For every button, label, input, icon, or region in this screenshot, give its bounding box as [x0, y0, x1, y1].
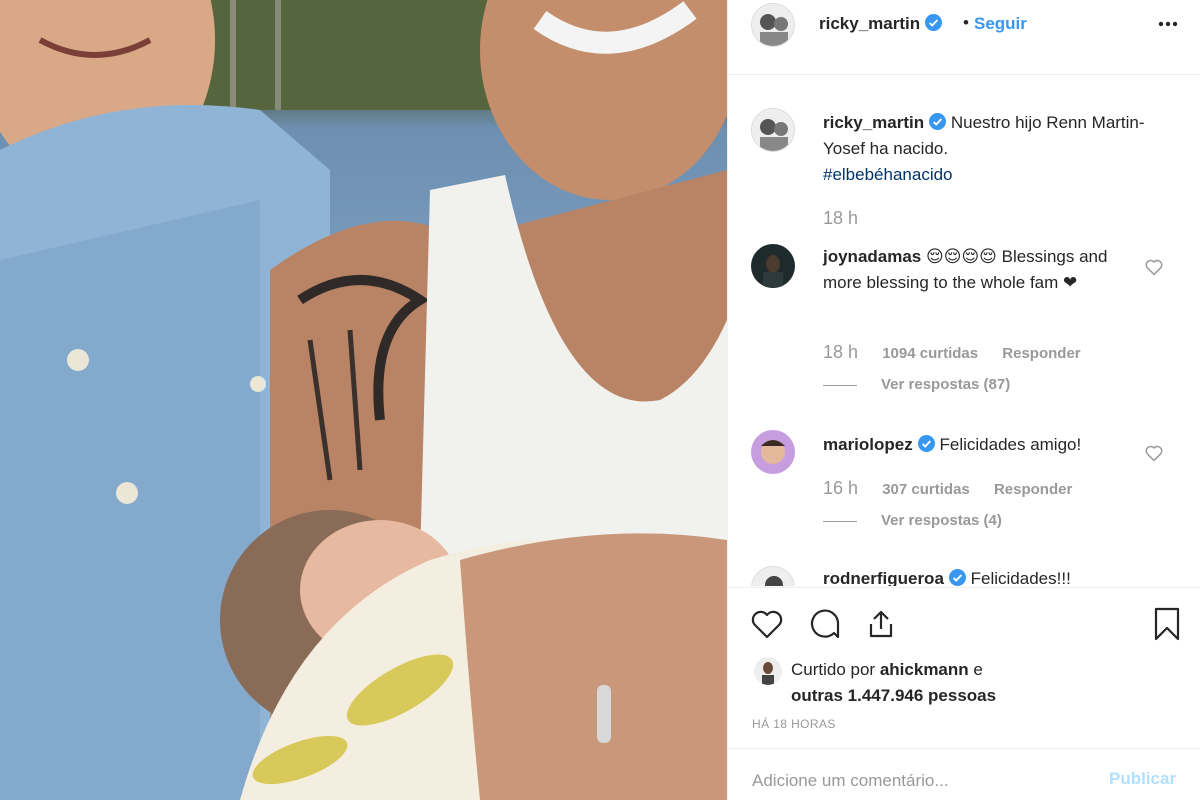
- liked-by-text: Curtido por ahickmann e outras 1.447.946…: [791, 657, 1131, 709]
- verified-badge-icon: [929, 113, 947, 130]
- comment-like-icon[interactable]: [1144, 257, 1164, 277]
- comment-meta: 16 h 307 curtidas Responder: [823, 478, 1092, 499]
- verified-badge-icon: [925, 14, 943, 31]
- comment-text: Felicidades amigo!: [939, 435, 1082, 454]
- view-replies-button[interactable]: Ver respostas (87): [823, 376, 1010, 393]
- post-timestamp[interactable]: HÁ 18 HORAS: [752, 717, 836, 731]
- add-comment-bar: Publicar: [728, 748, 1200, 800]
- view-replies-button[interactable]: Ver respostas (4): [823, 512, 1002, 529]
- more-options-icon[interactable]: [1156, 12, 1180, 36]
- comment-input[interactable]: [752, 769, 1082, 793]
- post-photo[interactable]: [0, 0, 727, 800]
- author-username[interactable]: ricky_martin: [819, 14, 943, 34]
- comment-avatar[interactable]: [751, 244, 795, 288]
- post-header: ricky_martin • Seguir: [728, 0, 1200, 75]
- liked-by-others[interactable]: outras 1.447.946 pessoas: [791, 686, 996, 705]
- heart-icon[interactable]: [749, 606, 785, 642]
- header-separator: •: [963, 13, 969, 32]
- liked-by-user[interactable]: ahickmann: [880, 660, 969, 679]
- comment-username[interactable]: joynadamas: [823, 247, 921, 266]
- comment-time[interactable]: 18 h: [823, 342, 858, 362]
- caption-avatar[interactable]: [751, 108, 795, 152]
- liked-by-conjunction: e: [973, 660, 983, 679]
- comment-likes[interactable]: 307 curtidas: [882, 481, 970, 498]
- comment-username[interactable]: mariolopez: [823, 435, 913, 454]
- publish-button[interactable]: Publicar: [1109, 769, 1176, 789]
- comment-body: rodnerfigueroa Felicidades!!!: [823, 566, 1143, 586]
- comment-body: joynadamas 😌😌😌😌 Blessings and more bless…: [823, 244, 1143, 296]
- post-sidebar: ricky_martin • Seguir ricky_martin Nuest…: [727, 0, 1200, 800]
- comment-like-icon[interactable]: [1144, 443, 1164, 463]
- comment-icon[interactable]: [807, 606, 843, 642]
- comment-username[interactable]: rodnerfigueroa: [823, 569, 944, 586]
- comment-body: mariolopez Felicidades amigo!: [823, 432, 1143, 458]
- caption-username[interactable]: ricky_martin: [823, 113, 924, 132]
- follow-button[interactable]: Seguir: [974, 14, 1027, 34]
- comment-meta: 18 h 1094 curtidas Responder: [823, 342, 1101, 363]
- comment-likes[interactable]: 1094 curtidas: [882, 345, 978, 362]
- post-actions: Curtido por ahickmann e outras 1.447.946…: [728, 587, 1200, 800]
- verified-badge-icon: [948, 569, 966, 586]
- caption-time[interactable]: 18 h: [823, 208, 858, 228]
- caption-hashtag[interactable]: #elbebéhanacido: [823, 165, 953, 184]
- comment-avatar[interactable]: [751, 566, 795, 586]
- reply-button[interactable]: Responder: [994, 481, 1072, 498]
- liked-by-avatar[interactable]: [754, 657, 782, 685]
- caption-meta: 18 h: [823, 208, 878, 229]
- verified-badge-icon: [917, 435, 935, 452]
- bookmark-icon[interactable]: [1149, 606, 1185, 642]
- comment-text: Felicidades!!!: [970, 569, 1071, 586]
- author-username-text[interactable]: ricky_martin: [819, 14, 920, 33]
- comment-time[interactable]: 16 h: [823, 478, 858, 498]
- author-avatar[interactable]: [751, 3, 795, 47]
- comment-avatar[interactable]: [751, 430, 795, 474]
- share-icon[interactable]: [863, 606, 899, 642]
- reply-button[interactable]: Responder: [1002, 345, 1080, 362]
- post-photo-illustration: [0, 0, 727, 800]
- comments-list[interactable]: ricky_martin Nuestro hijo Renn Martin-Yo…: [728, 76, 1200, 586]
- caption-body: ricky_martin Nuestro hijo Renn Martin-Yo…: [823, 110, 1153, 188]
- liked-by-prefix: Curtido por: [791, 660, 876, 679]
